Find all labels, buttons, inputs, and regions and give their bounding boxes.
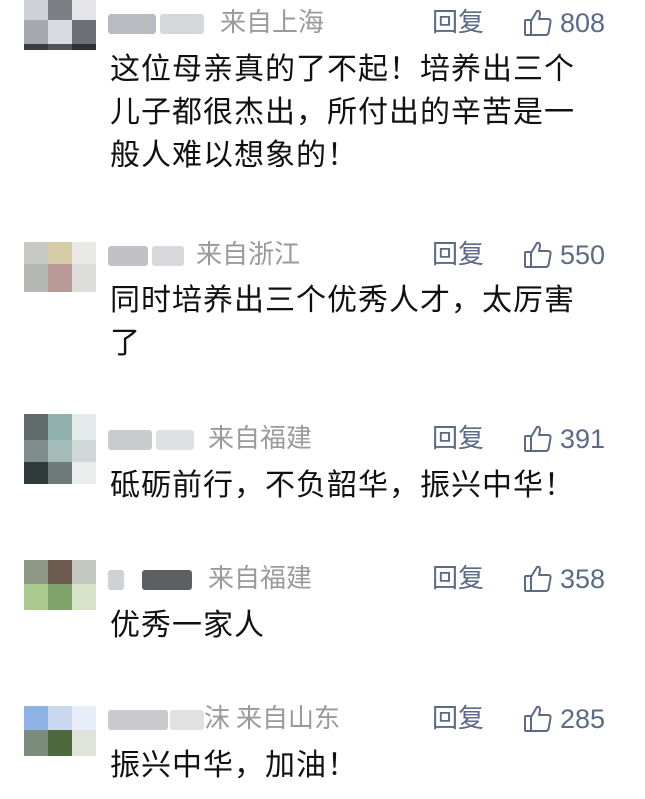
- like-button[interactable]: 550: [522, 238, 605, 272]
- comment-text-line: 同时培养出三个优秀人才，太厉害: [110, 283, 575, 318]
- comment-location: 来自浙江: [196, 240, 301, 270]
- username-obscured[interactable]: [108, 240, 188, 270]
- username-obscured[interactable]: [108, 424, 198, 454]
- like-button[interactable]: 808: [522, 6, 605, 40]
- thumbs-up-icon: [522, 563, 554, 595]
- username-obscured[interactable]: [108, 8, 208, 38]
- comment-text: 振兴中华，加油！: [110, 744, 620, 787]
- comment-item: 来自浙江 回复 550 同时培养出三个优秀人才，太厉害 了: [0, 236, 645, 386]
- username-visible-part[interactable]: 沫: [204, 704, 230, 734]
- username-obscured[interactable]: [108, 704, 208, 734]
- like-count: 285: [560, 704, 606, 734]
- username-obscured[interactable]: [108, 564, 198, 594]
- comment-text-line: 优秀一家人: [110, 608, 265, 643]
- comment-location: 来自上海: [220, 8, 325, 38]
- like-button[interactable]: 285: [522, 702, 605, 736]
- comment-item: 来自上海 回复 808 这位母亲真的了不起！培养出三个 儿子都很杰出，所付出的辛…: [0, 0, 645, 200]
- reply-button[interactable]: 回复: [432, 564, 484, 594]
- like-count: 808: [560, 8, 606, 38]
- comment-text-line: 般人难以想象的！: [110, 138, 358, 173]
- avatar[interactable]: [24, 706, 96, 756]
- comment-text-line: 这位母亲真的了不起！培养出三个: [110, 52, 575, 87]
- comment-location: 来自福建: [208, 564, 313, 594]
- comment-location: 来自山东: [236, 704, 341, 734]
- comment-item: 沫 来自山东 回复 285 振兴中华，加油！: [0, 702, 645, 799]
- comment-text: 砥砺前行，不负韶华，振兴中华！: [110, 464, 620, 507]
- like-count: 391: [560, 424, 606, 454]
- like-count: 550: [560, 240, 606, 270]
- comment-text-line: 了: [110, 326, 141, 361]
- thumbs-up-icon: [522, 7, 554, 39]
- thumbs-up-icon: [522, 703, 554, 735]
- reply-button[interactable]: 回复: [432, 704, 484, 734]
- comment-text: 这位母亲真的了不起！培养出三个 儿子都很杰出，所付出的辛苦是一 般人难以想象的！: [110, 48, 620, 177]
- comment-item: 来自福建 回复 358 优秀一家人: [0, 560, 645, 672]
- like-count: 358: [560, 564, 606, 594]
- thumbs-up-icon: [522, 423, 554, 455]
- comment-text: 同时培养出三个优秀人才，太厉害 了: [110, 279, 620, 365]
- avatar[interactable]: [24, 560, 96, 610]
- reply-button[interactable]: 回复: [432, 424, 484, 454]
- like-button[interactable]: 391: [522, 422, 605, 456]
- like-button[interactable]: 358: [522, 562, 605, 596]
- avatar[interactable]: [24, 0, 96, 50]
- comment-text-line: 砥砺前行，不负韶华，振兴中华！: [110, 468, 575, 503]
- comment-item: 来自福建 回复 391 砥砺前行，不负韶华，振兴中华！: [0, 414, 645, 532]
- avatar[interactable]: [24, 242, 96, 292]
- avatar[interactable]: [24, 414, 96, 484]
- comment-location: 来自福建: [208, 424, 313, 454]
- reply-button[interactable]: 回复: [432, 240, 484, 270]
- reply-button[interactable]: 回复: [432, 8, 484, 38]
- comment-text-line: 振兴中华，加油！: [110, 748, 358, 783]
- thumbs-up-icon: [522, 239, 554, 271]
- comment-text-line: 儿子都很杰出，所付出的辛苦是一: [110, 95, 575, 130]
- comment-text: 优秀一家人: [110, 604, 620, 647]
